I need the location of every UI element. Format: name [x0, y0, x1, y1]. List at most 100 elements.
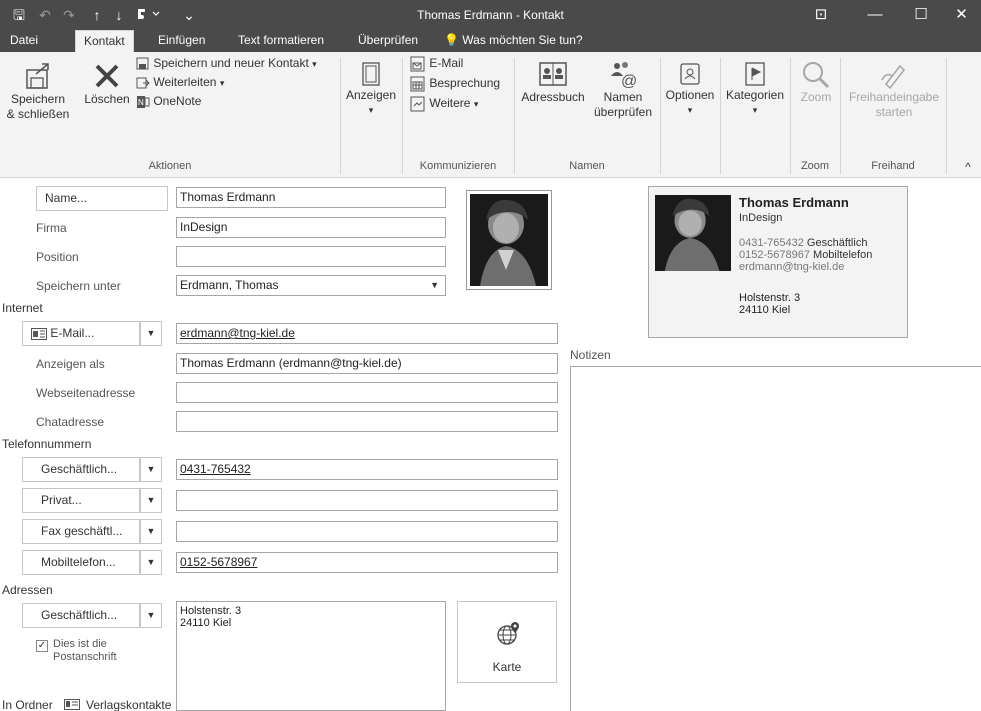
display-as-field[interactable]: Thomas Erdmann (erdmann@tng-kiel.de): [176, 353, 558, 374]
name-button[interactable]: Name...: [36, 186, 168, 211]
addressbook-icon: [539, 62, 567, 86]
postal-address-checkbox[interactable]: ✓: [36, 640, 48, 652]
meeting-icon: [410, 76, 425, 92]
meeting-button[interactable]: Besprechung: [410, 74, 500, 92]
ribbon: Speichern & schließen Löschen Speichern …: [0, 52, 981, 178]
zoom-label: Zoom: [800, 90, 832, 104]
tab-text-formatieren[interactable]: Text formatieren: [230, 30, 332, 52]
phone-type-fax-button[interactable]: Fax geschäftl...: [22, 519, 140, 544]
start-inking-button[interactable]: Freihandeingabe starten: [842, 60, 946, 120]
notes-label: Notizen: [570, 348, 611, 362]
phone-type-private-button[interactable]: Privat...: [22, 488, 140, 513]
phone-business-field[interactable]: 0431-765432: [176, 459, 558, 480]
chevron-down-icon[interactable]: ▼: [430, 276, 439, 295]
notes-field[interactable]: [570, 366, 981, 711]
show-button[interactable]: Anzeigen ▾: [344, 60, 398, 118]
save-close-button[interactable]: Speichern & schließen: [2, 60, 74, 122]
maximize-button[interactable]: ☐: [898, 0, 944, 30]
meeting-label: Besprechung: [429, 76, 501, 90]
address-field[interactable]: Holstenstr. 3 24110 Kiel: [176, 601, 446, 711]
phone-type-label: Mobiltelefon...: [41, 555, 116, 569]
address-type-label: Geschäftlich...: [41, 608, 118, 622]
categories-label: Kategorien: [725, 88, 785, 102]
display-as-label: Anzeigen als: [36, 357, 105, 371]
full-name-field[interactable]: Thomas Erdmann: [176, 187, 446, 208]
phone-type-dropdown[interactable]: ▼: [140, 488, 162, 513]
group-label-namen: Namen: [569, 160, 605, 172]
phone-private-field[interactable]: [176, 490, 558, 511]
delete-x-icon: [95, 64, 119, 88]
more-communicate-button[interactable]: Weitere ▾: [410, 94, 478, 113]
group-label-freihand: Freihand: [871, 160, 915, 172]
address-type-button[interactable]: Geschäftlich...: [22, 603, 140, 628]
phone-type-mobile-button[interactable]: Mobiltelefon...: [22, 550, 140, 575]
options-button[interactable]: Optionen ▾: [662, 60, 718, 118]
web-address-field[interactable]: [176, 382, 558, 403]
addressbook-button[interactable]: Adressbuch: [518, 60, 588, 105]
collapse-ribbon-icon[interactable]: ^: [960, 160, 976, 175]
chat-address-field[interactable]: [176, 411, 558, 432]
chevron-down-icon: ▾: [368, 105, 374, 115]
portrait-image: [470, 194, 548, 286]
file-as-label: Speichern unter: [36, 279, 121, 293]
business-card[interactable]: Thomas Erdmann InDesign 0431-765432 Gesc…: [648, 186, 908, 338]
contact-photo[interactable]: [466, 190, 552, 290]
forward-label: Weiterleiten: [153, 75, 217, 89]
magnifier-icon: [803, 62, 830, 89]
pen-icon: [881, 64, 905, 90]
tab-ueberpruefen[interactable]: Überprüfen: [350, 30, 426, 52]
map-button[interactable]: Karte: [457, 601, 557, 683]
delete-button[interactable]: Löschen: [80, 60, 134, 107]
company-field[interactable]: InDesign: [176, 217, 446, 238]
chat-address-label: Chatadresse: [36, 415, 105, 429]
phone-type-dropdown[interactable]: ▼: [140, 519, 162, 544]
save-close-label-1: Speichern: [10, 92, 66, 106]
minimize-button[interactable]: —: [852, 0, 898, 30]
card-phone-mobile-label: Mobiltelefon: [813, 249, 873, 261]
more-icon: [410, 96, 425, 112]
card-city: 24110 Kiel: [739, 304, 791, 316]
email-field[interactable]: erdmann@tng-kiel.de: [176, 323, 558, 344]
save-close-label-2: & schließen: [6, 107, 70, 121]
tab-kontakt[interactable]: Kontakt: [75, 30, 134, 52]
ribbon-tabs: Datei Kontakt Einfügen Text formatieren …: [0, 30, 981, 52]
address-line-1: Holstenstr. 3: [180, 605, 242, 617]
address-type-dropdown[interactable]: ▼: [140, 603, 162, 628]
email-button[interactable]: E-Mail: [410, 54, 463, 72]
position-field[interactable]: [176, 246, 446, 267]
svg-text:@: @: [621, 73, 637, 90]
email-type-dropdown[interactable]: ▼: [140, 321, 162, 346]
group-separator: [720, 58, 721, 174]
phone-section-label: Telefonnummern: [2, 437, 92, 451]
group-separator: [340, 58, 341, 174]
phone-type-business-button[interactable]: Geschäftlich...: [22, 457, 140, 482]
phone-fax-field[interactable]: [176, 521, 558, 542]
phone-type-dropdown[interactable]: ▼: [140, 457, 162, 482]
onenote-button[interactable]: N OneNote: [136, 92, 201, 110]
chevron-down-icon: ▾: [687, 105, 693, 115]
forward-button[interactable]: Weiterleiten ▾: [136, 73, 224, 92]
zoom-button[interactable]: Zoom: [792, 60, 840, 105]
check-names-button[interactable]: @ Namen überprüfen: [590, 60, 656, 120]
save-new-icon: [136, 57, 149, 70]
save-new-contact-button[interactable]: Speichern und neuer Kontakt ▾: [136, 54, 317, 73]
email-type-button[interactable]: E-Mail...: [22, 321, 140, 346]
phone-mobile-field[interactable]: 0152-5678967: [176, 552, 558, 573]
web-address-label: Webseitenadresse: [36, 386, 136, 400]
postal-address-label: Dies ist die Postanschrift: [53, 638, 117, 664]
file-as-field[interactable]: Erdmann, Thomas ▼: [176, 275, 446, 296]
start-inking-label-1: Freihandeingabe: [848, 90, 940, 104]
folder-label: In Ordner: [2, 698, 53, 711]
svg-text:N: N: [138, 98, 144, 107]
tab-datei[interactable]: Datei: [2, 30, 46, 52]
group-separator: [660, 58, 661, 174]
close-button[interactable]: ✕: [942, 0, 981, 30]
email-type-label: E-Mail...: [50, 326, 95, 340]
email-icon: [410, 56, 425, 72]
phone-type-dropdown[interactable]: ▼: [140, 550, 162, 575]
categories-button[interactable]: Kategorien ▾: [722, 60, 788, 118]
ribbon-display-options-icon[interactable]: ⊡: [798, 0, 844, 30]
tab-einfuegen[interactable]: Einfügen: [150, 30, 213, 52]
lightbulb-icon: 💡: [444, 33, 459, 47]
tell-me-search[interactable]: 💡 Was möchten Sie tun?: [436, 30, 591, 52]
